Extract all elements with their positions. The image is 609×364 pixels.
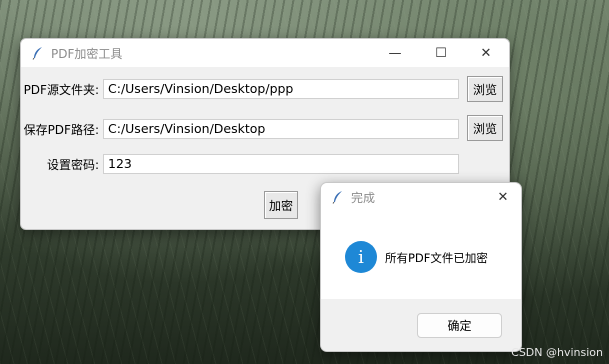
source-folder-label: PDF源文件夹:	[23, 83, 99, 97]
close-button[interactable]: ✕	[463, 39, 509, 67]
dialog-close-button[interactable]: ✕	[485, 183, 521, 211]
ok-button[interactable]: 确定	[417, 313, 502, 338]
info-icon: i	[345, 241, 377, 273]
dialog-body: i 所有PDF文件已加密	[321, 211, 521, 299]
window-title: PDF加密工具	[51, 46, 123, 61]
browse-save-button[interactable]: 浏览	[467, 115, 503, 141]
dialog-titlebar[interactable]: 完成 ✕	[321, 183, 521, 211]
save-path-label: 保存PDF路径:	[23, 123, 99, 137]
dialog-footer: 确定	[321, 299, 521, 351]
info-icon-glyph: i	[358, 246, 364, 268]
browse-source-button[interactable]: 浏览	[467, 76, 503, 102]
dialog-title: 完成	[351, 190, 376, 205]
completion-dialog: 完成 ✕ i 所有PDF文件已加密 确定	[320, 182, 522, 352]
close-icon: ✕	[497, 189, 509, 205]
source-folder-input[interactable]: C:/Users/Vinsion/Desktop/ppp	[103, 79, 459, 99]
encrypt-button[interactable]: 加密	[264, 191, 298, 219]
maximize-button[interactable]: ☐	[418, 39, 464, 67]
dialog-message: 所有PDF文件已加密	[385, 251, 488, 265]
maximize-icon: ☐	[435, 45, 447, 61]
watermark-text: CSDN @hvinsion	[511, 346, 603, 359]
password-label: 设置密码:	[46, 158, 99, 172]
save-path-input[interactable]: C:/Users/Vinsion/Desktop	[103, 119, 459, 139]
minimize-button[interactable]: —	[372, 39, 418, 67]
feather-icon	[332, 191, 342, 204]
password-input[interactable]: 123	[103, 154, 459, 174]
minimize-icon: —	[388, 45, 402, 61]
close-icon: ✕	[480, 45, 492, 61]
feather-icon	[32, 47, 42, 60]
main-titlebar[interactable]: PDF加密工具 — ☐ ✕	[21, 39, 509, 67]
